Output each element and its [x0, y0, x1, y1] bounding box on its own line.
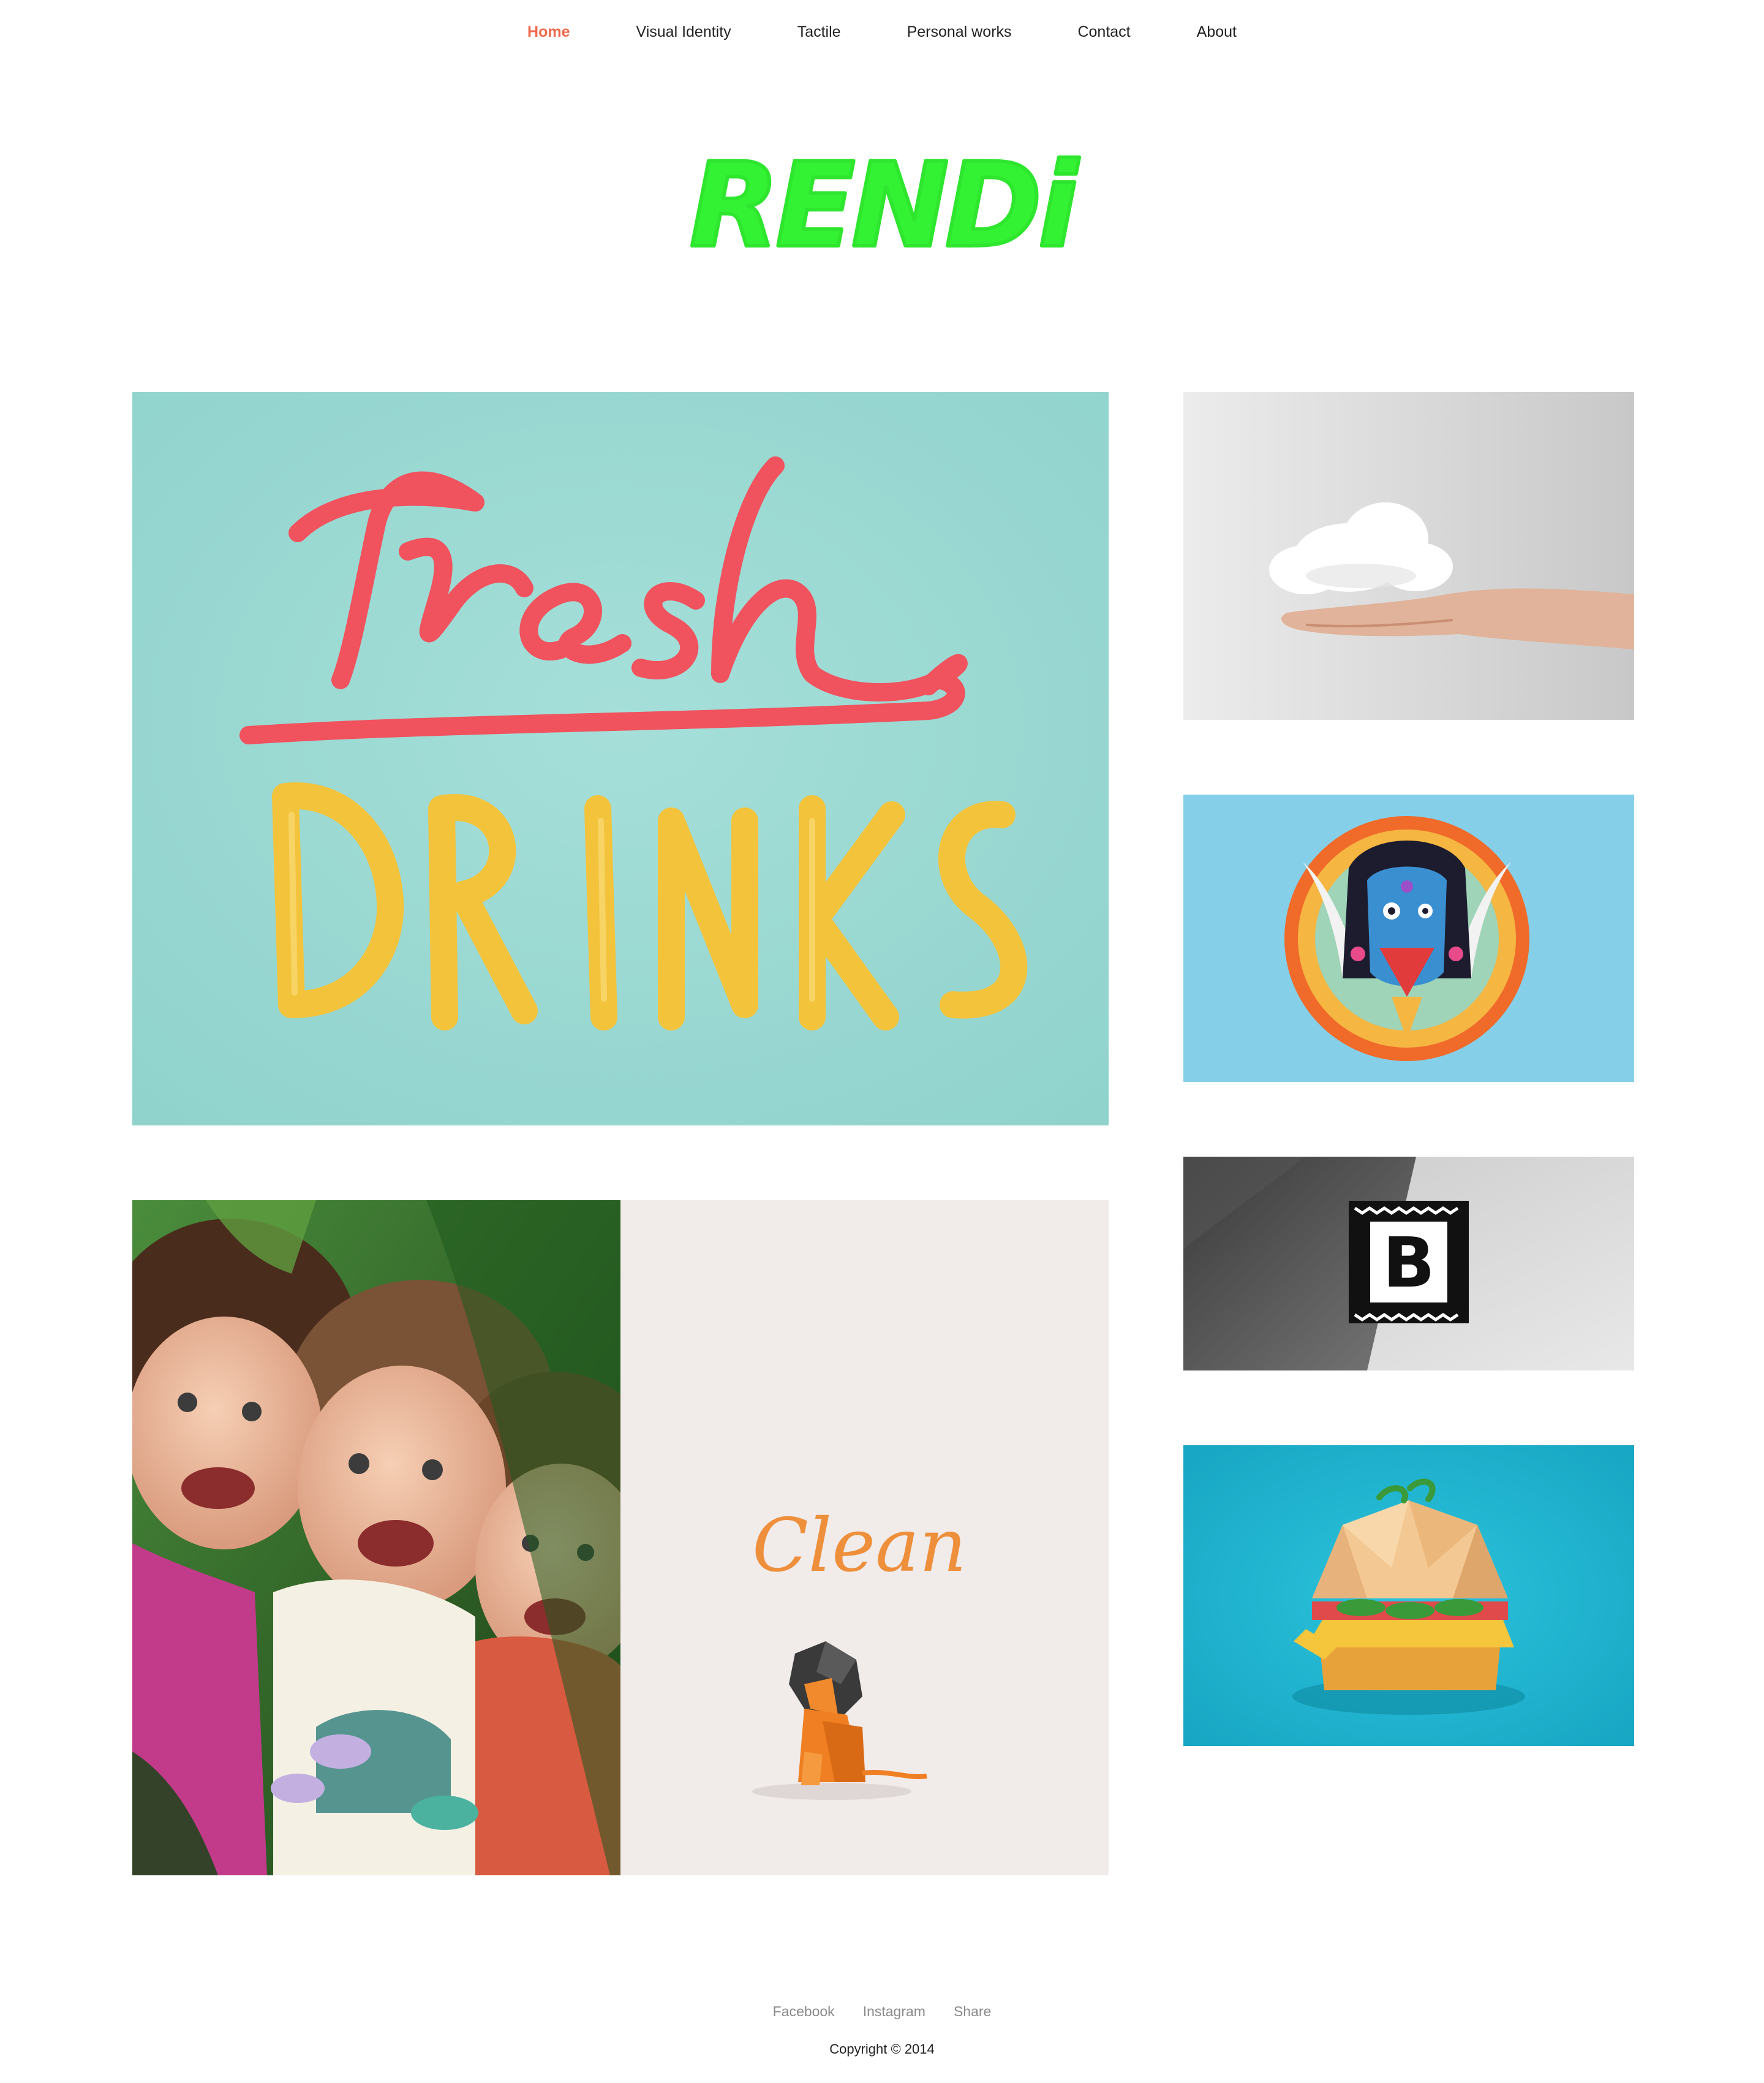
- nav-contact[interactable]: Contact: [1077, 23, 1130, 41]
- project-paper-burger[interactable]: [1183, 1445, 1634, 1746]
- nav-home[interactable]: Home: [527, 23, 570, 41]
- footer-link-instagram[interactable]: Instagram: [863, 2003, 925, 2020]
- project-b-logo[interactable]: B: [1183, 1157, 1634, 1370]
- nav-tactile[interactable]: Tactile: [797, 23, 841, 41]
- project-cloud-hand[interactable]: [1183, 392, 1634, 720]
- footer-link-facebook[interactable]: Facebook: [773, 2003, 835, 2020]
- nav-personal-works[interactable]: Personal works: [907, 23, 1012, 41]
- b-logo-image: B: [1183, 1157, 1634, 1370]
- logo-text: RENDi: [690, 138, 1080, 273]
- nav-about[interactable]: About: [1197, 23, 1237, 41]
- b-letter: B: [1382, 1223, 1434, 1303]
- site-logo[interactable]: RENDi: [688, 136, 1085, 275]
- nav-visual-identity[interactable]: Visual Identity: [636, 23, 731, 41]
- clean-text: Clean: [752, 1503, 967, 1589]
- kali-illustration-image: [1183, 795, 1634, 1082]
- copyright-text: Copyright © 2014: [829, 2041, 935, 2057]
- logo-graphic: RENDi: [688, 136, 1085, 275]
- footer-link-share[interactable]: Share: [954, 2003, 991, 2020]
- clean-image: Clean: [620, 1200, 1109, 1875]
- fresh-drinks-image: [132, 392, 1109, 1125]
- kids-photo-image: [132, 1200, 620, 1875]
- project-kali-illustration[interactable]: [1183, 795, 1634, 1082]
- project-clean[interactable]: Clean: [620, 1200, 1109, 1875]
- cloud-hand-image: [1183, 392, 1634, 720]
- project-kids-photo[interactable]: [132, 1200, 620, 1875]
- main-nav: Home Visual Identity Tactile Personal wo…: [0, 17, 1764, 47]
- footer-links: Facebook Instagram Share: [0, 2003, 1764, 2020]
- paper-burger-image: [1183, 1445, 1634, 1746]
- project-fresh-drinks[interactable]: [132, 392, 1109, 1125]
